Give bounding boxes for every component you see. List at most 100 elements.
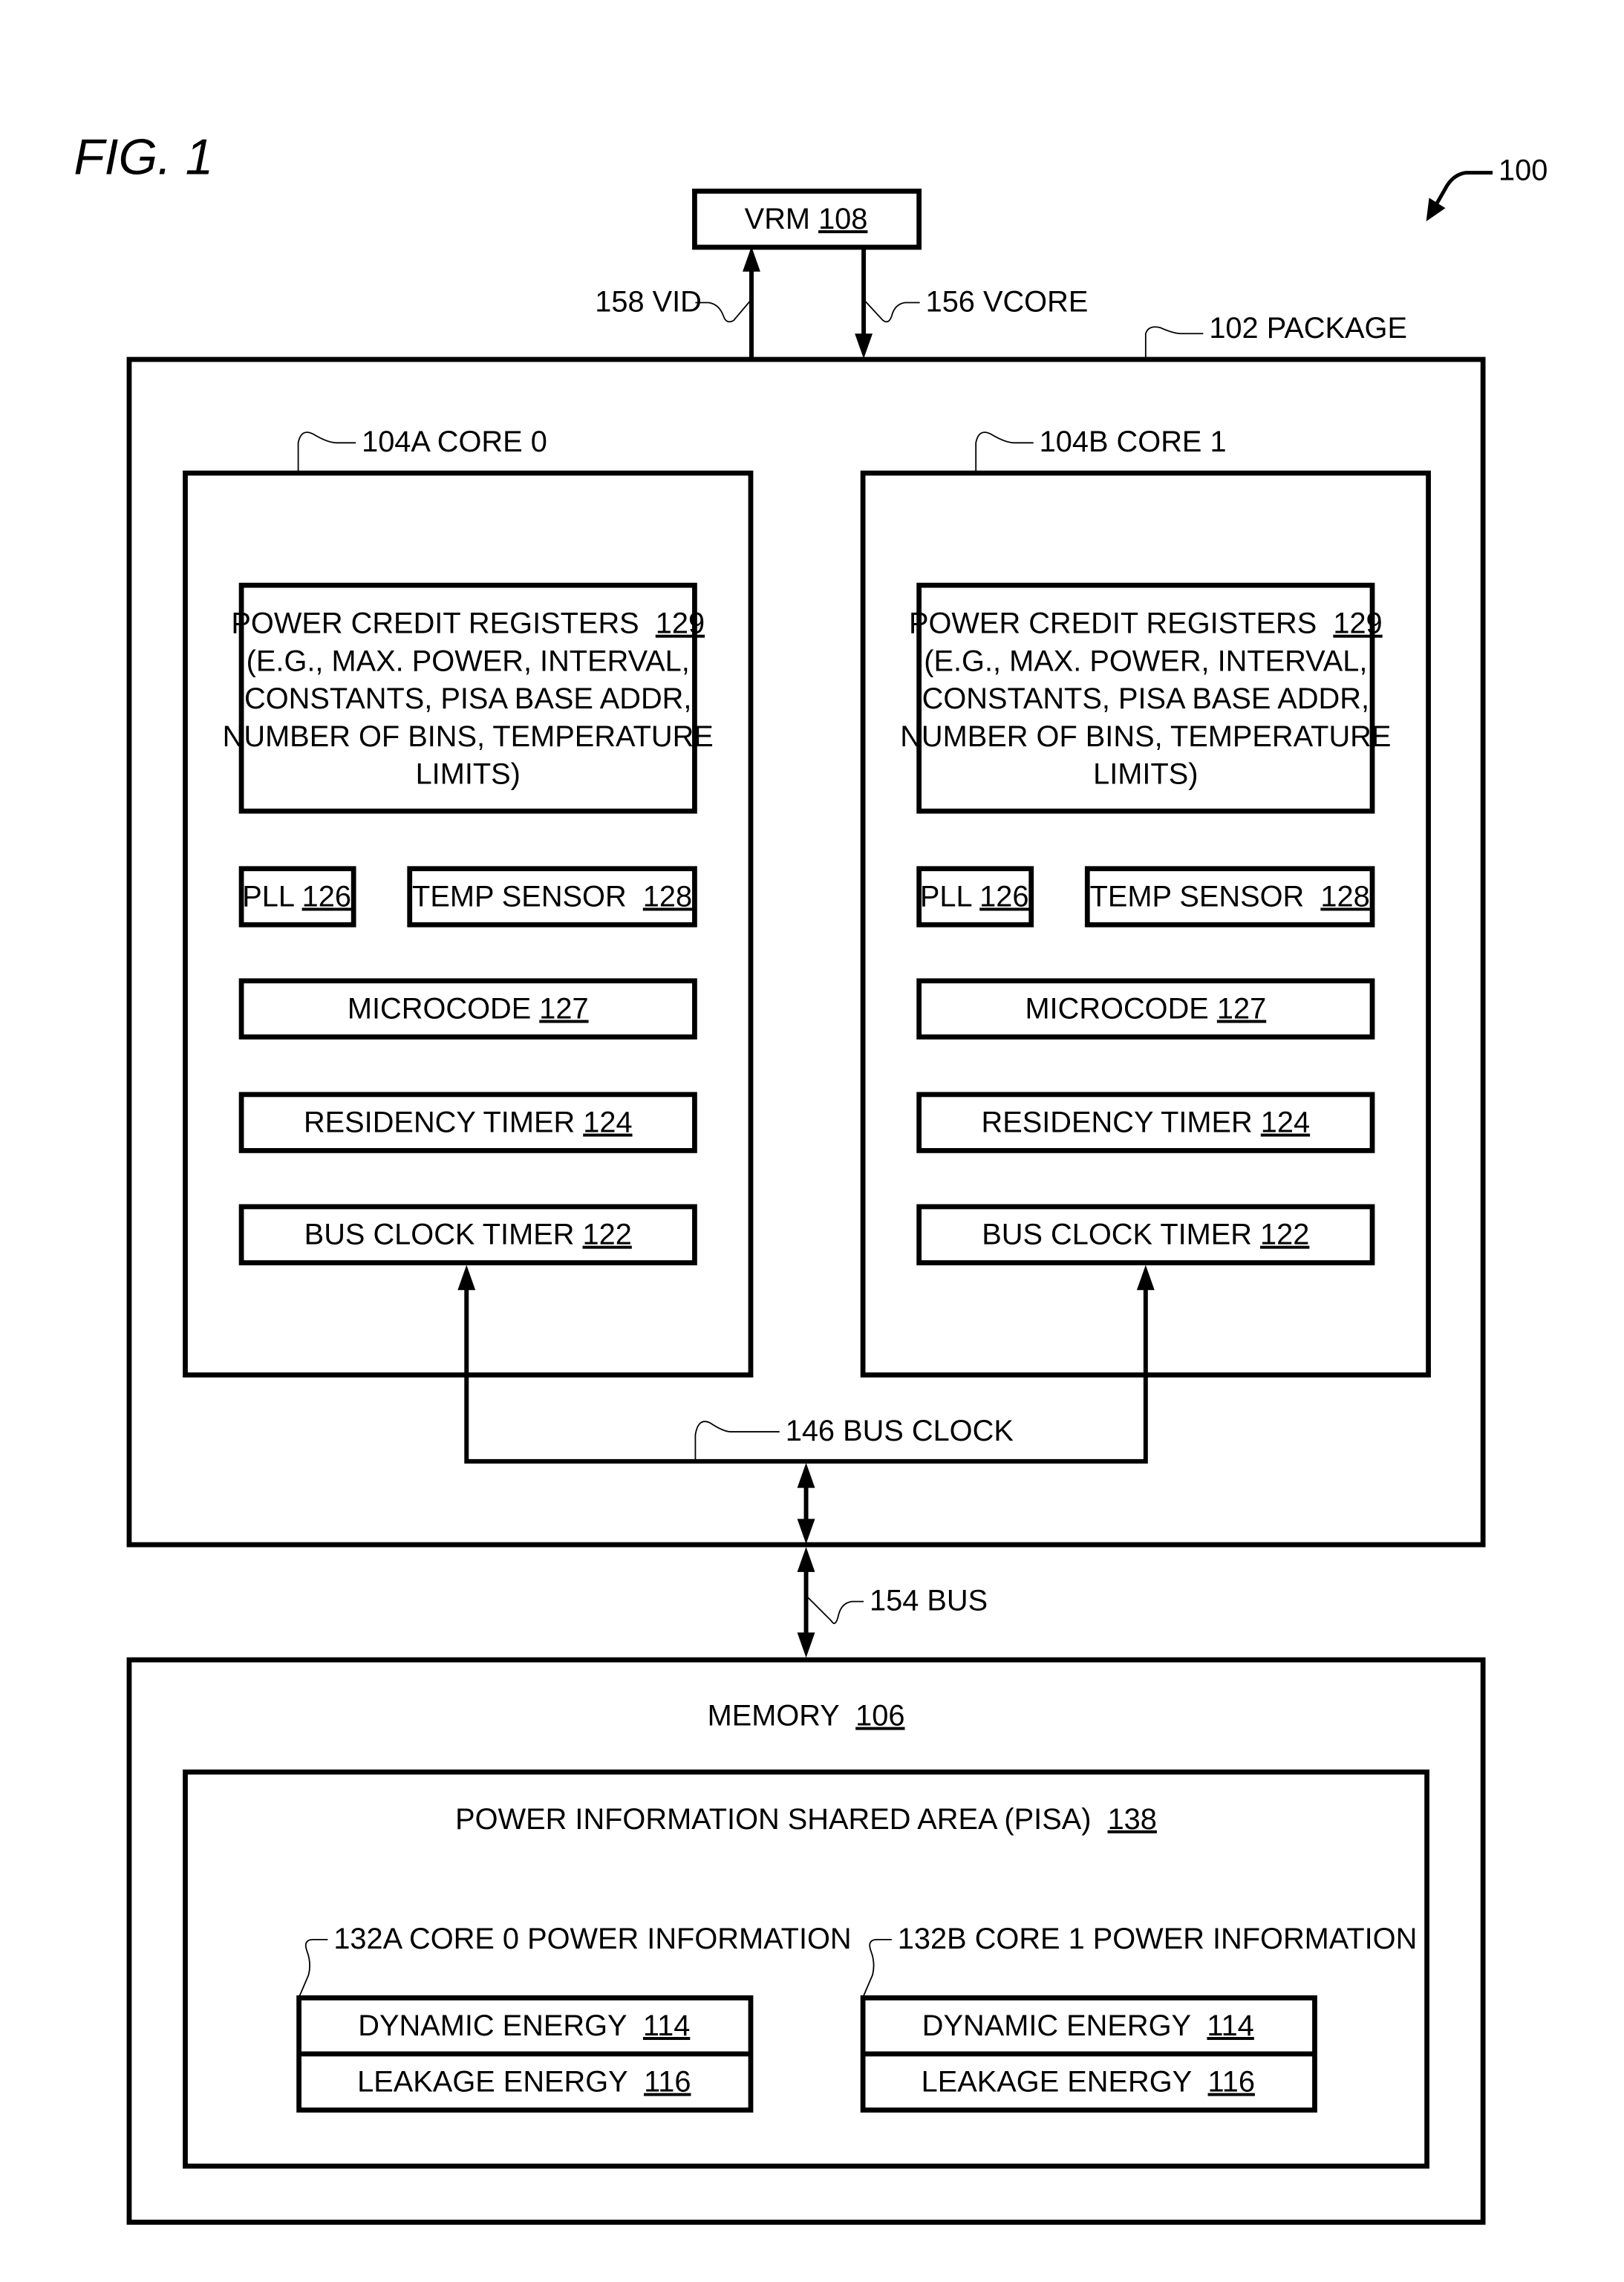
power-credit-registers-line: (E.G., MAX. POWER, INTERVAL, [924, 645, 1367, 677]
pisa-name: POWER INFORMATION SHARED AREA (PISA) [455, 1803, 1107, 1836]
bus-clock-timer-label-ref: 122 [1260, 1219, 1309, 1251]
temp-sensor-label-ref: 128 [1320, 880, 1369, 913]
bus-signal: 154 BUS [797, 1547, 988, 1658]
dynamic-energy-label-name: DYNAMIC ENERGY [358, 2009, 643, 2042]
core-power-info-label: 132B CORE 1 POWER INFORMATION [898, 1923, 1418, 1955]
memory-label: MEMORY 106 [708, 1700, 905, 1732]
memory-block: MEMORY 106 POWER INFORMATION SHARED AREA… [126, 1657, 1486, 2225]
dynamic-energy-label-ref: 114 [1207, 2009, 1253, 2042]
pll-label-name: PLL [242, 880, 301, 913]
vcore-label: 156 VCORE [926, 285, 1089, 318]
package-leader [1144, 326, 1204, 358]
power-credit-registers-text: (E.G., MAX. POWER, INTERVAL, [247, 645, 690, 677]
dynamic-energy-label-name: DYNAMIC ENERGY [922, 2009, 1207, 2042]
temp-sensor-label-name: TEMP SENSOR [412, 880, 643, 913]
pisa-label: POWER INFORMATION SHARED AREA (PISA) 138 [455, 1803, 1157, 1836]
memory-name: MEMORY [708, 1700, 856, 1732]
pll-label-ref: 126 [979, 880, 1028, 913]
core-block-1: 104B CORE 1 POWER CREDIT REGISTERS 129 (E.… [860, 426, 1431, 1378]
temp-sensor-label: TEMP SENSOR 128 [1090, 880, 1370, 913]
residency-timer-label: RESIDENCY TIMER 124 [304, 1106, 633, 1139]
memory-ref: 106 [855, 1700, 904, 1732]
leakage-energy-label-ref: 116 [644, 2066, 691, 2099]
power-credit-registers-text: CONSTANTS, PISA BASE ADDR, [922, 682, 1369, 715]
vrm-label: VRM 108 [745, 203, 868, 235]
residency-timer-label-name: RESIDENCY TIMER [304, 1106, 583, 1139]
power-credit-registers-line: POWER CREDIT REGISTERS 129 [909, 607, 1383, 640]
leakage-energy-label-ref: 116 [1208, 2066, 1255, 2099]
core-block-0: 104A CORE 0 POWER CREDIT REGISTERS 129 (E.… [183, 426, 754, 1378]
power-credit-registers-text: NUMBER OF BINS, TEMPERATURE [223, 720, 714, 753]
power-credit-registers-text: POWER CREDIT REGISTERS [909, 607, 1333, 640]
power-credit-registers-text: LIMITS) [416, 757, 521, 790]
leakage-energy-label-name: LEAKAGE ENERGY [922, 2066, 1208, 2099]
pll-label: PLL 126 [242, 880, 351, 913]
power-credit-registers-line: LIMITS) [416, 757, 521, 790]
residency-timer-label-ref: 124 [583, 1106, 632, 1139]
core-label: 104A CORE 0 [362, 426, 547, 458]
power-credit-registers-ref: 129 [656, 607, 705, 640]
power-credit-registers-text: CONSTANTS, PISA BASE ADDR, [244, 682, 691, 715]
power-credit-registers-line: NUMBER OF BINS, TEMPERATURE [223, 720, 714, 753]
vcore-leader [864, 300, 920, 323]
bus-down-arrow-icon [797, 1632, 815, 1658]
block-diagram: FIG. 1 100 VRM 108 158 VID 156 VCORE 102… [74, 130, 1548, 2225]
power-credit-registers-ref: 129 [1333, 607, 1382, 640]
figure-title: FIG. 1 [74, 130, 213, 186]
power-credit-registers-text: (E.G., MAX. POWER, INTERVAL, [924, 645, 1367, 677]
pll-label-ref: 126 [302, 880, 351, 913]
power-credit-registers-line: LIMITS) [1093, 757, 1198, 790]
bus-clock-timer-label: BUS CLOCK TIMER 122 [304, 1219, 632, 1251]
vid-signal: 158 VID [595, 246, 760, 359]
bus-up-arrow-icon [797, 1547, 815, 1572]
vcore-signal: 156 VCORE [855, 246, 1089, 359]
microcode-label-ref: 127 [539, 993, 588, 1026]
bus-clock-label: 146 BUS CLOCK [786, 1415, 1014, 1447]
residency-timer-label-ref: 124 [1261, 1106, 1310, 1139]
power-credit-registers-line: POWER CREDIT REGISTERS 129 [231, 607, 705, 640]
bus-leader [806, 1597, 864, 1624]
microcode-label: MICROCODE 127 [348, 993, 589, 1026]
core-power-info-label: 132A CORE 0 POWER INFORMATION [333, 1923, 851, 1955]
system-ref-label: 100 [1499, 154, 1548, 187]
vrm-ref: 108 [818, 203, 867, 235]
microcode-label-name: MICROCODE [1025, 993, 1216, 1026]
vrm-name: VRM [745, 203, 818, 235]
bus-clock-timer-label: BUS CLOCK TIMER 122 [982, 1219, 1309, 1251]
power-credit-registers-line: CONSTANTS, PISA BASE ADDR, [244, 682, 691, 715]
bus-clock-timer-label-name: BUS CLOCK TIMER [982, 1219, 1260, 1251]
package-label: 102 PACKAGE [1209, 312, 1407, 345]
bus-label: 154 BUS [870, 1585, 988, 1617]
temp-sensor-label-ref: 128 [643, 880, 692, 913]
vid-arrowhead-icon [743, 246, 760, 272]
power-credit-registers-line: CONSTANTS, PISA BASE ADDR, [922, 682, 1369, 715]
vrm-block: VRM 108 [692, 189, 922, 250]
temp-sensor-label-name: TEMP SENSOR [1090, 880, 1321, 913]
pisa-ref: 138 [1108, 1803, 1157, 1836]
power-credit-registers-line: (E.G., MAX. POWER, INTERVAL, [247, 645, 690, 677]
core-label: 104B CORE 1 [1040, 426, 1227, 458]
temp-sensor-label: TEMP SENSOR 128 [412, 880, 692, 913]
vid-leader [695, 300, 751, 323]
microcode-label-name: MICROCODE [348, 993, 539, 1026]
power-credit-registers-text: LIMITS) [1093, 757, 1198, 790]
dynamic-energy-label-ref: 114 [643, 2009, 690, 2042]
vcore-arrowhead-icon [855, 333, 873, 359]
leakage-energy-label: LEAKAGE ENERGY 116 [922, 2066, 1255, 2099]
leakage-energy-label-name: LEAKAGE ENERGY [357, 2066, 644, 2099]
dynamic-energy-label: DYNAMIC ENERGY 114 [922, 2009, 1254, 2042]
power-credit-registers-line: NUMBER OF BINS, TEMPERATURE [900, 720, 1391, 753]
bus-clock-timer-label-ref: 122 [582, 1219, 631, 1251]
microcode-label: MICROCODE 127 [1025, 993, 1266, 1026]
pll-label-name: PLL [920, 880, 979, 913]
residency-timer-label: RESIDENCY TIMER 124 [982, 1106, 1311, 1139]
bus-clock-timer-label-name: BUS CLOCK TIMER [304, 1219, 583, 1251]
power-credit-registers-text: NUMBER OF BINS, TEMPERATURE [900, 720, 1391, 753]
microcode-label-ref: 127 [1217, 993, 1266, 1026]
system-ref-arrow-shaft [1433, 171, 1493, 208]
dynamic-energy-label: DYNAMIC ENERGY 114 [358, 2009, 690, 2042]
pll-label: PLL 126 [920, 880, 1029, 913]
vid-label: 158 VID [595, 285, 702, 318]
power-credit-registers-text: POWER CREDIT REGISTERS [231, 607, 655, 640]
system-ref-arrowhead-icon [1426, 198, 1446, 222]
